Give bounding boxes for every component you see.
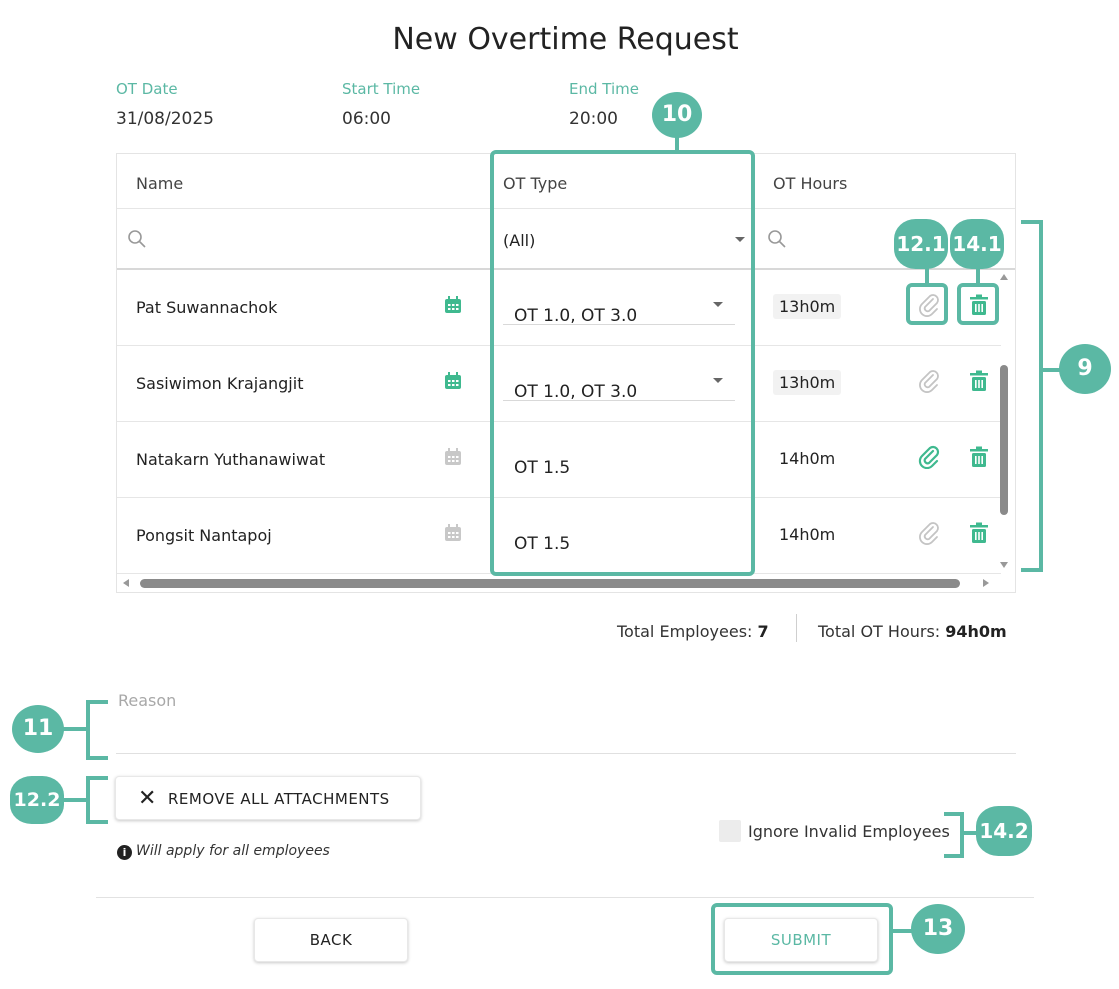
ot-hours-value: 13h0m — [773, 370, 842, 395]
callout-badge-12-2: 12.2 — [10, 776, 64, 824]
column-header-ot-hours[interactable]: OT Hours — [773, 174, 847, 193]
scroll-down-arrow-icon[interactable] — [1000, 562, 1008, 568]
scroll-right-arrow-icon[interactable] — [983, 579, 989, 587]
callout-badge-9: 9 — [1059, 344, 1111, 394]
ot-hours-value: 14h0m — [779, 525, 836, 544]
trash-icon[interactable] — [969, 370, 989, 392]
callout-connector-12-2 — [62, 798, 88, 802]
vertical-scroll-thumb[interactable] — [1000, 365, 1008, 515]
total-ot-hours-value: 94h0m — [945, 622, 1007, 641]
end-time-label: End Time — [569, 80, 639, 98]
start-time-label: Start Time — [342, 80, 421, 98]
employee-name: Natakarn Yuthanawiwat — [136, 450, 326, 469]
calendar-icon[interactable] — [443, 523, 463, 543]
callout-badge-11: 11 — [12, 705, 64, 753]
callout-bracket-12-2-top — [86, 776, 108, 780]
callout-bracket-11-top — [86, 700, 108, 704]
callout-badge-12-1: 12.1 — [894, 219, 948, 269]
callout-bracket-9-side — [1039, 220, 1043, 572]
reason-underline — [116, 753, 1016, 754]
end-time-value: 20:00 — [569, 109, 618, 129]
remove-all-attachments-button[interactable]: ✕ REMOVE ALL ATTACHMENTS — [115, 776, 421, 820]
total-ot-hours-label: Total OT Hours: — [818, 622, 941, 641]
total-employees-value: 7 — [757, 622, 769, 641]
paperclip-icon[interactable] — [917, 521, 941, 545]
apply-note: i Will apply for all employees — [117, 843, 330, 860]
page-title: New Overtime Request — [392, 22, 739, 57]
calendar-icon[interactable] — [443, 295, 463, 315]
total-employees-label: Total Employees: — [617, 622, 753, 641]
trash-icon[interactable] — [969, 446, 989, 468]
footer-divider — [96, 897, 1034, 898]
start-time-value: 06:00 — [342, 109, 391, 129]
callout-bracket-9-bottom — [1021, 568, 1043, 572]
callout-bracket-14-2-bottom — [944, 854, 964, 858]
hours-filter-search-icon[interactable] — [767, 229, 787, 249]
ot-date-value: 31/08/2025 — [116, 109, 214, 129]
back-button[interactable]: BACK — [254, 918, 408, 962]
scroll-up-arrow-icon[interactable] — [1000, 274, 1008, 280]
calendar-icon[interactable] — [443, 447, 463, 467]
callout-bracket-14-2-top — [944, 812, 964, 816]
close-icon: ✕ — [138, 786, 157, 811]
callout-box-13 — [711, 903, 893, 975]
remove-all-attachments-label: REMOVE ALL ATTACHMENTS — [168, 790, 390, 808]
callout-badge-10: 10 — [652, 92, 702, 138]
trash-icon[interactable] — [969, 522, 989, 544]
callout-connector-11 — [62, 727, 88, 731]
total-ot-hours: Total OT Hours: 94h0m — [818, 622, 1007, 641]
vertical-scrollbar[interactable] — [1000, 274, 1012, 570]
paperclip-icon[interactable] — [917, 445, 941, 469]
column-header-name[interactable]: Name — [136, 174, 183, 193]
apply-note-text: Will apply for all employees — [136, 843, 330, 859]
employee-name: Pat Suwannachok — [136, 298, 278, 317]
employee-name: Sasiwimon Krajangjit — [136, 374, 304, 393]
employee-name: Pongsit Nantapoj — [136, 526, 272, 545]
name-filter-search-icon[interactable] — [127, 229, 147, 249]
ot-hours-value: 13h0m — [773, 294, 842, 319]
callout-box-14-1 — [957, 283, 999, 325]
callout-bracket-12-2-bottom — [86, 820, 108, 824]
callout-badge-14-1: 14.1 — [950, 219, 1004, 269]
ignore-invalid-checkbox[interactable] — [719, 820, 741, 842]
callout-bracket-11-bottom — [86, 756, 108, 760]
callout-bracket-14-2-side — [960, 812, 964, 858]
ot-date-label: OT Date — [116, 80, 178, 98]
callout-badge-14-2: 14.2 — [976, 806, 1032, 856]
totals-divider — [796, 614, 797, 642]
callout-badge-13: 13 — [911, 904, 965, 954]
scroll-left-arrow-icon[interactable] — [123, 579, 129, 587]
info-icon: i — [117, 845, 132, 860]
paperclip-icon[interactable] — [917, 369, 941, 393]
ignore-invalid-label[interactable]: Ignore Invalid Employees — [748, 822, 950, 841]
horizontal-scroll-thumb[interactable] — [140, 579, 960, 588]
reason-field[interactable]: Reason — [118, 691, 176, 710]
callout-box-12-1 — [906, 283, 948, 325]
ot-hours-value: 14h0m — [779, 449, 836, 468]
total-employees: Total Employees: 7 — [617, 622, 769, 641]
calendar-icon[interactable] — [443, 371, 463, 391]
callout-box-10 — [490, 150, 755, 576]
callout-connector-13 — [891, 929, 913, 933]
